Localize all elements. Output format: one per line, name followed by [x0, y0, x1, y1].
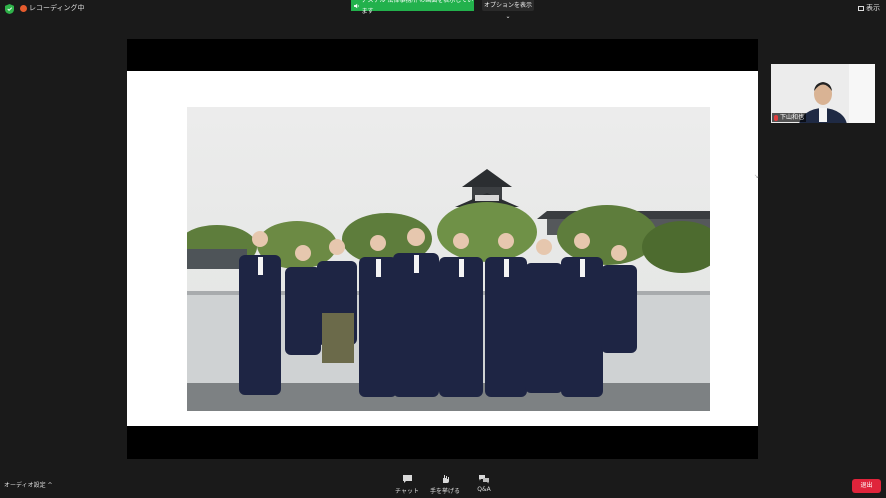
presentation-slide — [127, 71, 758, 426]
qa-icon — [479, 475, 489, 484]
grid-icon — [858, 5, 864, 11]
chat-icon — [402, 475, 412, 483]
raise-hand-button[interactable]: 手を挙げる — [430, 474, 460, 495]
participant-video-tile[interactable]: 下山和也 — [771, 64, 875, 123]
participant-name: 下山和也 — [780, 114, 805, 121]
hand-icon — [443, 475, 449, 483]
mouse-cursor: ↘ — [754, 173, 760, 180]
leave-button[interactable]: 退出 — [852, 479, 881, 493]
view-button-label: 表示 — [866, 4, 880, 12]
audio-settings-button[interactable]: オーディオ設定 ^ — [4, 480, 53, 489]
screen-share-banner: アステル 法律事務所 の画面を表示しています — [351, 0, 474, 15]
participant-name-label: 下山和也 — [772, 113, 807, 122]
bottom-toolbar: オーディオ設定 ^ チャット 手を挙げる Q&A — [0, 470, 886, 498]
group-photo — [187, 107, 710, 411]
raise-hand-label: 手を挙げる — [430, 488, 461, 495]
share-banner-text: アステル 法律事務所 の画面を表示しています — [361, 0, 474, 15]
top-bar: レコーディング中 アステル 法律事務所 の画面を表示しています オプションを表示… — [0, 0, 886, 20]
shield-icon[interactable] — [5, 4, 14, 14]
chat-button[interactable]: チャット — [392, 474, 422, 495]
record-icon[interactable] — [20, 5, 27, 12]
qa-button[interactable]: Q&A — [469, 474, 499, 493]
view-button[interactable]: 表示 — [858, 3, 880, 13]
view-options-button[interactable]: オプションを表示 ⌄ — [482, 0, 534, 20]
shared-screen — [127, 39, 758, 459]
recording-status[interactable]: レコーディング中 — [29, 3, 85, 13]
qa-label: Q&A — [477, 486, 491, 493]
speaker-icon — [354, 3, 359, 8]
mic-muted-icon — [774, 114, 778, 121]
chat-label: チャット — [395, 488, 419, 495]
